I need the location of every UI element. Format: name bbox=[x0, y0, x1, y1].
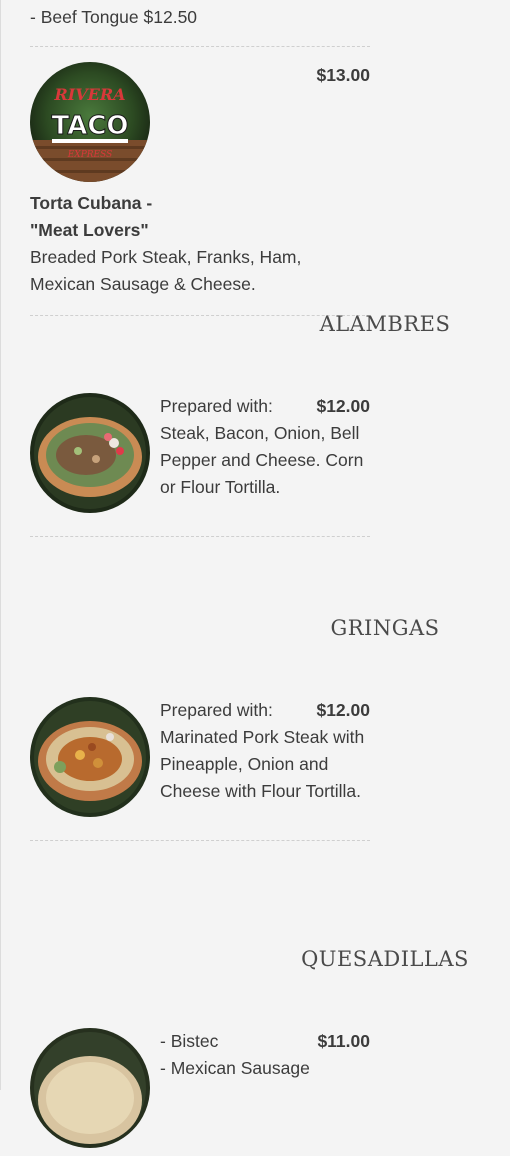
menu-item-partial-line: - Beef Tongue $12.50 bbox=[30, 7, 198, 27]
menu-item-quesadillas[interactable]: $11.00 - Bistec - Mexican Sausage bbox=[30, 1028, 370, 1156]
section-title-alambres: ALAMBRES bbox=[319, 312, 451, 336]
item-price: $13.00 bbox=[316, 65, 370, 85]
item-price: $12.00 bbox=[316, 700, 370, 720]
menu-item-torta-cubana[interactable]: RIVERA TACO EXPRESS $13.00 Torta Cubana … bbox=[30, 62, 370, 316]
item-divider bbox=[30, 46, 370, 47]
gringas-plate-image bbox=[30, 697, 150, 817]
svg-text:TACO: TACO bbox=[51, 111, 128, 141]
svg-text:RIVERA: RIVERA bbox=[53, 85, 125, 104]
page-left-border bbox=[0, 0, 1, 1090]
rivera-taco-logo-image: RIVERA TACO EXPRESS bbox=[30, 62, 150, 182]
item-price: $11.00 bbox=[317, 1031, 370, 1051]
section-title-gringas: GRINGAS bbox=[330, 616, 440, 640]
item-price: $12.00 bbox=[316, 396, 370, 416]
section-title-quesadillas: QUESADILLAS bbox=[301, 947, 469, 971]
alambres-plate-image bbox=[30, 393, 150, 513]
svg-text:EXPRESS: EXPRESS bbox=[67, 150, 113, 160]
menu-item-alambres[interactable]: $12.00 Prepared with: Steak, Bacon, Onio… bbox=[30, 393, 370, 537]
quesadilla-plate-image bbox=[30, 1028, 150, 1148]
menu-item-gringas[interactable]: $12.00 Prepared with: Marinated Pork Ste… bbox=[30, 697, 370, 841]
item-description: Breaded Pork Steak, Franks, Ham, Mexican… bbox=[30, 247, 302, 294]
